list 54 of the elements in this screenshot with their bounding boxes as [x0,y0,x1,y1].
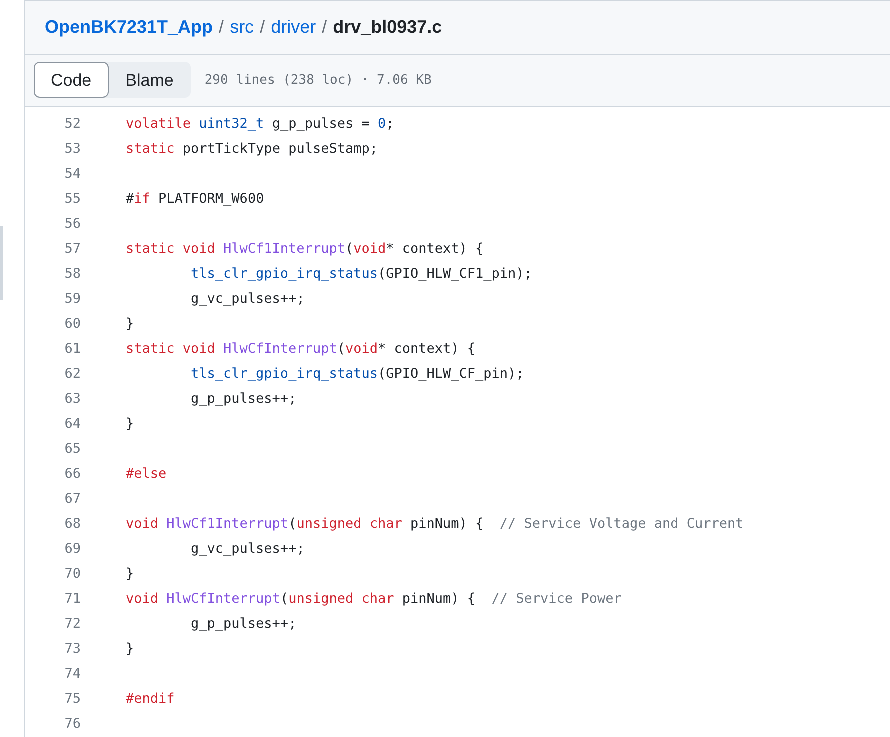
code-line: g_p_pulses++; [190,615,297,634]
code-line: static portTickType pulseStamp; [126,140,378,160]
line-number: 75 [64,690,81,710]
line-number: 65 [64,440,81,460]
line-number: 76 [64,715,81,734]
line-number: 69 [64,540,81,560]
line-number: 56 [64,215,81,234]
code-line: tls_clr_gpio_irq_status(GPIO_HLW_CF_pin); [190,365,524,384]
file-info: 290 lines (238 loc) · 7.06 KB [204,72,432,90]
line-number: 54 [64,165,81,184]
line-number: 59 [64,290,81,310]
line-number: 60 [64,315,81,334]
line-number: 70 [64,565,81,584]
folder-link[interactable]: src [230,14,254,41]
path-separator: / [322,16,328,39]
code-line: static void HlwCfInterrupt(void* context) { [126,340,476,360]
code-line: g_p_pulses++; [190,390,297,410]
path-separator: / [260,16,266,39]
line-number: 61 [64,340,81,360]
line-number: 63 [64,390,81,410]
line-number: 66 [64,465,81,484]
line-number: 58 [64,265,81,284]
code-line: } [126,315,134,334]
line-number: 64 [64,415,81,434]
code-line: #else [126,465,167,484]
view-tab[interactable]: Code [34,62,109,98]
code-line: tls_clr_gpio_irq_status(GPIO_HLW_CF1_pin); [190,265,532,284]
line-number: 52 [64,115,81,134]
line-number: 68 [64,515,81,534]
code-line: } [126,415,134,434]
line-number: 67 [64,490,81,510]
line-number: 55 [64,190,81,210]
line-number: 57 [64,240,81,260]
code-line: #endif [126,690,175,710]
path-separator: / [219,16,224,39]
line-number: 72 [64,615,81,634]
folder-link[interactable]: driver [271,14,316,41]
line-number: 73 [64,640,81,660]
repo-link[interactable]: OpenBK7231T_App [45,14,214,41]
code-line: } [126,565,134,584]
code-line: static void HlwCf1Interrupt(void* context) { [126,240,484,260]
code-line: void HlwCf1Interrupt(unsigned char pinNum) { // Service Voltage and Current [126,515,744,534]
line-number: 53 [64,140,81,160]
code-line: #if PLATFORM_W600 [126,190,264,210]
view-tab[interactable]: Blame [108,62,191,98]
code-line: g_vc_pulses++; [190,540,305,560]
file-name: drv_bl0937.c [333,16,442,39]
line-number: 74 [64,665,81,684]
code-line: volatile uint32_t g_p_pulses = 0; [126,115,394,134]
code-line: void HlwCfInterrupt(unsigned char pinNum) { // Service Power [126,590,622,610]
code-line: } [126,640,134,660]
line-number: 62 [64,365,81,384]
code-line: g_vc_pulses++; [190,290,305,310]
line-number: 71 [64,590,81,610]
